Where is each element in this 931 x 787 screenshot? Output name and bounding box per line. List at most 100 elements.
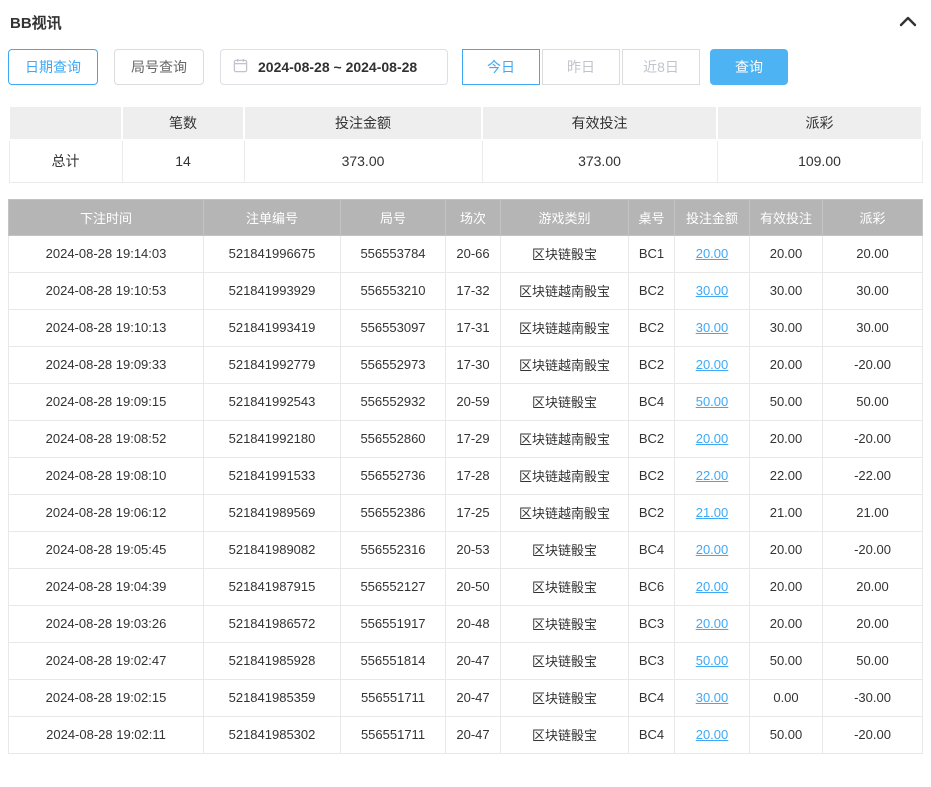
bet-amount-link[interactable]: 30.00 [696, 690, 729, 705]
quick-range-group: 今日 昨日 近8日 [462, 49, 700, 85]
bet-amount-link[interactable]: 50.00 [696, 394, 729, 409]
cell-time: 2024-08-28 19:08:10 [9, 457, 204, 494]
cell-game: 区块链越南骰宝 [501, 494, 629, 531]
bet-amount-link[interactable]: 22.00 [696, 468, 729, 483]
cell-bet: 30.00 [675, 309, 750, 346]
bet-amount-link[interactable]: 20.00 [696, 542, 729, 557]
cell-valid: 20.00 [750, 235, 823, 272]
table-row: 2024-08-28 19:06:12521841989569556552386… [9, 494, 923, 531]
cell-table_no: BC4 [629, 716, 675, 753]
quick-today-button[interactable]: 今日 [462, 49, 540, 85]
table-row: 2024-08-28 19:10:53521841993929556553210… [9, 272, 923, 309]
cell-game: 区块链骰宝 [501, 531, 629, 568]
calendar-icon [233, 58, 248, 76]
page-title: BB视讯 [10, 12, 62, 33]
collapse-button[interactable] [897, 13, 919, 32]
cell-bet: 20.00 [675, 531, 750, 568]
cell-valid: 0.00 [750, 679, 823, 716]
cell-bet: 20.00 [675, 420, 750, 457]
cell-time: 2024-08-28 19:08:52 [9, 420, 204, 457]
summary-total-row: 总计 14 373.00 373.00 109.00 [9, 140, 922, 182]
cell-bet: 21.00 [675, 494, 750, 531]
cell-bet_id: 521841992779 [204, 346, 341, 383]
header-bet-time: 下注时间 [9, 199, 204, 235]
header-bet-id: 注单编号 [204, 199, 341, 235]
header-round-number: 局号 [341, 199, 446, 235]
cell-bet: 20.00 [675, 605, 750, 642]
panel-header: BB视讯 [8, 8, 923, 39]
quick-last8-button[interactable]: 近8日 [622, 49, 700, 85]
bet-amount-link[interactable]: 20.00 [696, 357, 729, 372]
bet-amount-link[interactable]: 30.00 [696, 320, 729, 335]
bet-amount-link[interactable]: 20.00 [696, 727, 729, 742]
table-row: 2024-08-28 19:09:33521841992779556552973… [9, 346, 923, 383]
bet-amount-link[interactable]: 20.00 [696, 246, 729, 261]
cell-session: 17-30 [446, 346, 501, 383]
cell-payout: 20.00 [823, 568, 923, 605]
table-row: 2024-08-28 19:02:11521841985302556551711… [9, 716, 923, 753]
table-row: 2024-08-28 19:04:39521841987915556552127… [9, 568, 923, 605]
header-valid-bet: 有效投注 [750, 199, 823, 235]
cell-table_no: BC2 [629, 494, 675, 531]
cell-valid: 30.00 [750, 309, 823, 346]
table-row: 2024-08-28 19:08:10521841991533556552736… [9, 457, 923, 494]
cell-payout: 30.00 [823, 272, 923, 309]
cell-time: 2024-08-28 19:14:03 [9, 235, 204, 272]
cell-table_no: BC2 [629, 420, 675, 457]
header-game-type: 游戏类别 [501, 199, 629, 235]
summary-header-payout: 派彩 [717, 106, 922, 140]
cell-table_no: BC6 [629, 568, 675, 605]
bb-video-panel: BB视讯 日期查询 局号查询 2024-08-28 ~ 2024-08-28 今… [0, 0, 931, 762]
cell-table_no: BC2 [629, 309, 675, 346]
cell-time: 2024-08-28 19:10:13 [9, 309, 204, 346]
cell-session: 20-66 [446, 235, 501, 272]
cell-session: 20-50 [446, 568, 501, 605]
date-range-input[interactable]: 2024-08-28 ~ 2024-08-28 [220, 49, 448, 85]
cell-table_no: BC3 [629, 605, 675, 642]
cell-valid: 21.00 [750, 494, 823, 531]
cell-payout: 50.00 [823, 383, 923, 420]
bet-amount-link[interactable]: 20.00 [696, 431, 729, 446]
cell-round: 556551711 [341, 716, 446, 753]
cell-bet_id: 521841989569 [204, 494, 341, 531]
bet-amount-link[interactable]: 20.00 [696, 579, 729, 594]
cell-bet: 50.00 [675, 383, 750, 420]
table-row: 2024-08-28 19:08:52521841992180556552860… [9, 420, 923, 457]
cell-game: 区块链越南骰宝 [501, 346, 629, 383]
filter-toolbar: 日期查询 局号查询 2024-08-28 ~ 2024-08-28 今日 昨日 … [8, 49, 923, 85]
bet-amount-link[interactable]: 50.00 [696, 653, 729, 668]
summary-header-count: 笔数 [122, 106, 244, 140]
cell-table_no: BC2 [629, 272, 675, 309]
cell-valid: 20.00 [750, 420, 823, 457]
cell-bet: 30.00 [675, 272, 750, 309]
cell-game: 区块链骰宝 [501, 568, 629, 605]
date-query-button[interactable]: 日期查询 [8, 49, 98, 85]
bet-amount-link[interactable]: 21.00 [696, 505, 729, 520]
cell-payout: 21.00 [823, 494, 923, 531]
cell-valid: 20.00 [750, 568, 823, 605]
summary-header-valid-bet: 有效投注 [482, 106, 717, 140]
search-button[interactable]: 查询 [710, 49, 788, 85]
records-tbody: 2024-08-28 19:14:03521841996675556553784… [9, 235, 923, 753]
cell-bet_id: 521841993929 [204, 272, 341, 309]
date-range-value: 2024-08-28 ~ 2024-08-28 [258, 59, 417, 75]
quick-yesterday-button[interactable]: 昨日 [542, 49, 620, 85]
table-row: 2024-08-28 19:09:15521841992543556552932… [9, 383, 923, 420]
cell-bet_id: 521841987915 [204, 568, 341, 605]
cell-session: 20-53 [446, 531, 501, 568]
records-header-row: 下注时间 注单编号 局号 场次 游戏类别 桌号 投注金额 有效投注 派彩 [9, 199, 923, 235]
table-row: 2024-08-28 19:03:26521841986572556551917… [9, 605, 923, 642]
cell-valid: 30.00 [750, 272, 823, 309]
cell-bet: 50.00 [675, 642, 750, 679]
cell-time: 2024-08-28 19:02:15 [9, 679, 204, 716]
bet-amount-link[interactable]: 30.00 [696, 283, 729, 298]
cell-table_no: BC2 [629, 346, 675, 383]
cell-session: 20-47 [446, 679, 501, 716]
cell-bet: 22.00 [675, 457, 750, 494]
bet-amount-link[interactable]: 20.00 [696, 616, 729, 631]
summary-total-label: 总计 [9, 140, 122, 182]
summary-header-blank [9, 106, 122, 140]
cell-bet: 20.00 [675, 235, 750, 272]
cell-payout: -22.00 [823, 457, 923, 494]
round-query-button[interactable]: 局号查询 [114, 49, 204, 85]
